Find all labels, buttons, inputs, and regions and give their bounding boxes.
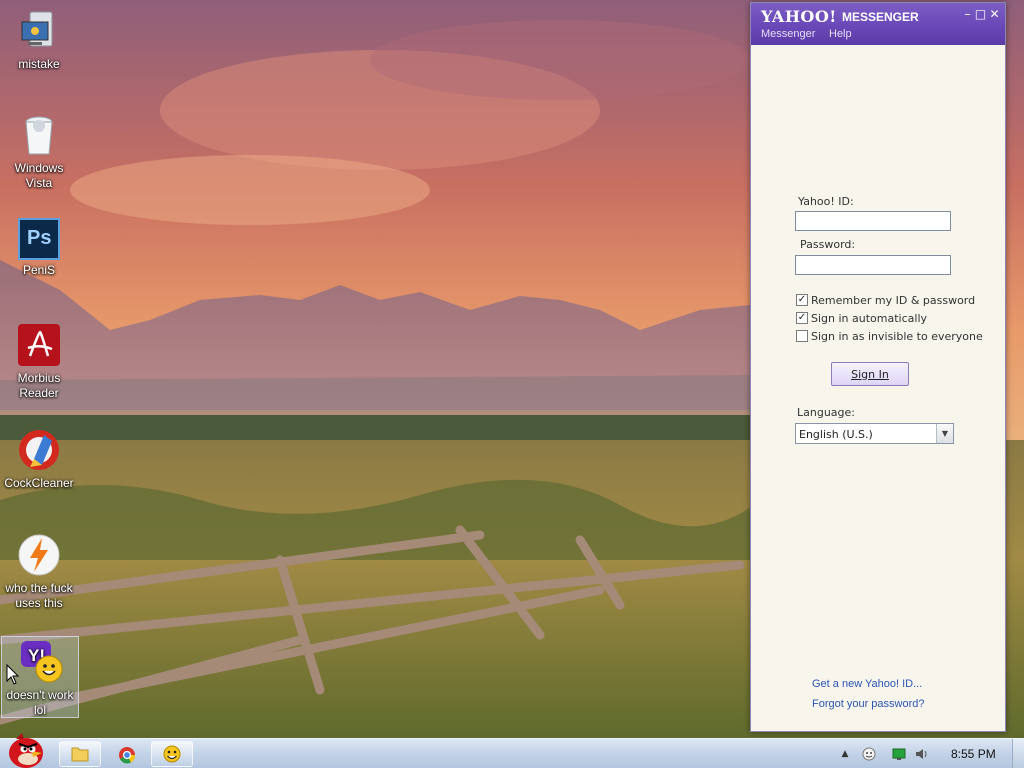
icon-label: Morbius [17, 371, 61, 385]
invisible-label: Sign in as invisible to everyone [811, 329, 983, 343]
tray-yahoo-icon[interactable] [862, 747, 876, 761]
desktop-icon-who-uses-this[interactable]: who the fuck uses this [0, 532, 78, 611]
yahoo-messenger-window: YAHOO! MESSENGER – □ ✕ Messenger Help Ya… [750, 2, 1006, 732]
window-titlebar[interactable]: YAHOO! MESSENGER – □ ✕ Messenger Help [751, 3, 1005, 45]
desktop-icon-windows-vista[interactable]: Windows Vista [0, 112, 78, 191]
trash-bin-icon [16, 112, 62, 158]
taskbar-clock[interactable]: 8:55 PM [951, 747, 996, 761]
sign-in-automatically-label: Sign in automatically [811, 311, 928, 325]
icon-label: CockCleaner [4, 476, 74, 490]
mouse-cursor-icon [6, 664, 20, 685]
sign-in-button[interactable]: Sign In [831, 362, 909, 386]
language-value: English (U.S.) [799, 428, 873, 441]
window-title: MESSENGER [842, 10, 919, 24]
yahoo-id-input[interactable] [795, 211, 951, 231]
taskbar-explorer-button[interactable] [59, 741, 101, 767]
desktop-icon-penis[interactable]: Ps PeniS [0, 218, 78, 278]
invisible-checkbox[interactable] [796, 330, 808, 342]
sign-in-automatically-checkbox[interactable]: ✓ [796, 312, 808, 324]
remember-id-checkbox[interactable]: ✓ [796, 294, 808, 306]
desktop-icon-mistake[interactable]: mistake [0, 8, 78, 72]
folder-icon [71, 747, 89, 762]
photoshop-glyph: Ps [27, 227, 52, 249]
desktop-icon-morbius-reader[interactable]: Morbius Reader [0, 322, 78, 401]
tray-network-icon[interactable] [892, 747, 906, 761]
yahoo-logo: YAHOO! [761, 7, 837, 26]
icon-label: PeniS [22, 263, 56, 277]
sign-in-automatically-option[interactable]: ✓ Sign in automatically [796, 311, 927, 325]
yahoo-messenger-icon: Y! [17, 639, 63, 685]
angry-bird-icon [9, 733, 43, 768]
maximize-button[interactable]: □ [974, 8, 987, 21]
chevron-down-icon[interactable]: ▼ [936, 424, 953, 443]
language-select[interactable]: English (U.S.) ▼ [795, 423, 954, 444]
taskbar-chrome-button[interactable] [105, 741, 147, 767]
photoshop-icon: Ps [18, 218, 60, 260]
computer-icon [16, 8, 62, 54]
icon-label: mistake [18, 57, 60, 71]
forgot-password-link[interactable]: Forgot your password? [812, 698, 925, 710]
tray-expand-icon[interactable]: ▲ [838, 747, 852, 761]
yahoo-smiley-icon [163, 745, 181, 763]
icon-label: uses this [15, 596, 63, 610]
minimize-button[interactable]: – [961, 8, 974, 21]
password-input[interactable] [795, 255, 951, 275]
close-button[interactable]: ✕ [988, 8, 1001, 21]
invisible-option[interactable]: Sign in as invisible to everyone [796, 329, 983, 343]
tray-volume-icon[interactable] [915, 747, 929, 761]
icon-label: who the fuck [5, 581, 73, 595]
icon-label: doesn't work [6, 688, 74, 702]
desktop-icon-cockcleaner[interactable]: CockCleaner [0, 427, 78, 491]
password-label: Password: [800, 238, 856, 251]
start-button[interactable] [2, 731, 48, 768]
language-label: Language: [797, 406, 855, 419]
remember-id-option[interactable]: ✓ Remember my ID & password [796, 293, 975, 307]
yahoo-id-label: Yahoo! ID: [798, 195, 854, 208]
taskbar-yahoo-messenger-button[interactable] [151, 741, 193, 767]
get-new-id-link[interactable]: Get a new Yahoo! ID... [812, 678, 922, 690]
icon-label: lol [33, 703, 46, 717]
icon-label: Reader [19, 386, 59, 400]
lightning-icon [16, 532, 62, 578]
taskbar: ▲ 8:55 PM [0, 733, 1024, 768]
menu-help[interactable]: Help [829, 28, 852, 40]
icon-label: Vista [25, 176, 53, 190]
ccleaner-icon [16, 427, 62, 473]
chrome-icon [119, 747, 136, 764]
pdf-reader-icon [16, 322, 62, 368]
menu-messenger[interactable]: Messenger [761, 28, 815, 40]
show-desktop-button[interactable] [1012, 739, 1024, 768]
remember-id-label: Remember my ID & password [811, 293, 976, 307]
icon-label: Windows [14, 161, 64, 175]
